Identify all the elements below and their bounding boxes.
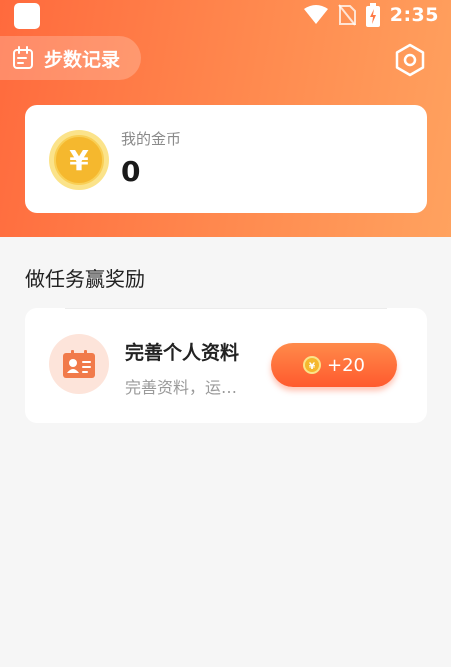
- small-coin-symbol: ¥: [309, 362, 316, 372]
- calendar-icon: [13, 46, 33, 69]
- wifi-icon: [303, 5, 328, 24]
- profile-card-icon: [63, 350, 95, 378]
- coin-label: 我的金币: [121, 130, 182, 148]
- section-title: 做任务赢奖励: [25, 267, 145, 291]
- step-record-label: 步数记录: [44, 48, 121, 71]
- no-sim-icon: [337, 4, 356, 26]
- task-description: 完善资料，运动更科学: [125, 378, 250, 397]
- settings-hexagon-icon: [395, 43, 425, 77]
- task-reward-button[interactable]: ¥ +20: [271, 343, 397, 387]
- task-divider: [65, 308, 387, 309]
- coin-value: 0: [121, 155, 141, 188]
- small-coin-icon: ¥: [303, 356, 321, 374]
- gold-coin-icon: ¥: [49, 130, 109, 190]
- step-record-button[interactable]: 步数记录: [0, 36, 141, 80]
- status-bar: 2:35: [0, 0, 451, 30]
- reward-amount: +20: [327, 354, 365, 376]
- status-time: 2:35: [389, 4, 439, 26]
- settings-button[interactable]: [392, 42, 428, 78]
- task-icon: [49, 334, 109, 394]
- task-card: 完善个人资料 完善资料，运动更科学 ¥ +20: [25, 308, 427, 423]
- app-notification-icon: [14, 3, 40, 29]
- status-icons: 2:35: [303, 2, 439, 28]
- task-title: 完善个人资料: [125, 342, 240, 364]
- battery-charging-icon: [365, 3, 380, 27]
- coin-symbol: ¥: [69, 144, 89, 177]
- coin-card: ¥ 我的金币 0: [25, 105, 427, 213]
